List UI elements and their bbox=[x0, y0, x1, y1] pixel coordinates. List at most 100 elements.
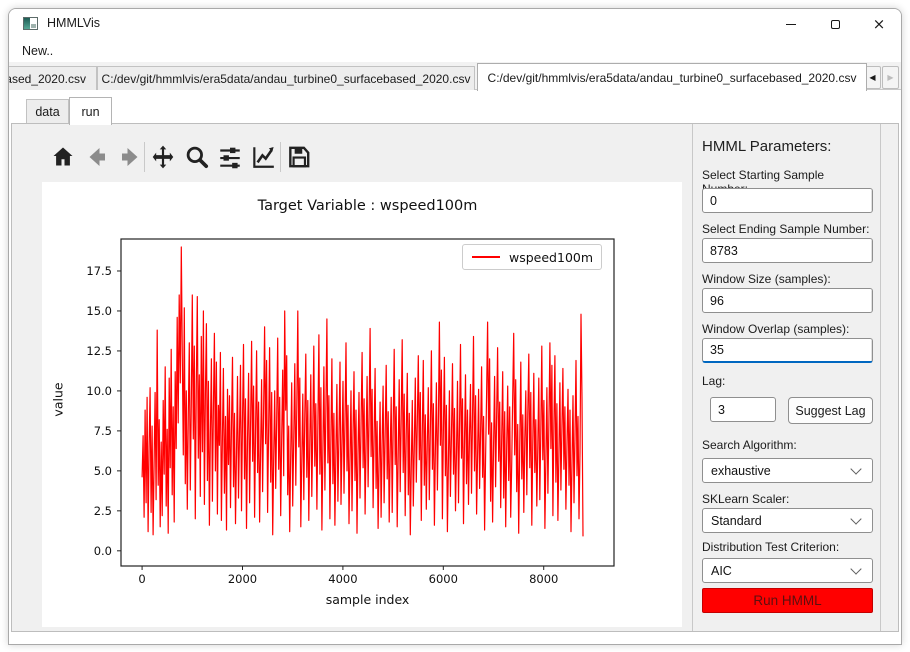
subplots-icon[interactable] bbox=[217, 144, 243, 170]
save-icon[interactable] bbox=[286, 144, 312, 170]
end-sample-label: Select Ending Sample Number: bbox=[702, 222, 870, 236]
search-algorithm-value: exhaustive bbox=[711, 463, 771, 478]
x-axis-label: sample index bbox=[325, 592, 410, 607]
criterion-value: AIC bbox=[711, 563, 732, 578]
svg-text:5.0: 5.0 bbox=[94, 464, 112, 478]
spin-down-icon bbox=[872, 204, 873, 209]
view-tab-bar: data run bbox=[9, 97, 901, 125]
svg-text:0.0: 0.0 bbox=[94, 544, 112, 558]
svg-text:2000: 2000 bbox=[228, 572, 257, 586]
spin-up-icon bbox=[872, 192, 873, 197]
y-axis-label: value bbox=[50, 382, 66, 417]
chevron-down-icon bbox=[850, 562, 862, 575]
search-algorithm-combobox[interactable]: exhaustive bbox=[702, 458, 873, 483]
start-sample-spinbox bbox=[702, 188, 873, 213]
svg-text:12.5: 12.5 bbox=[86, 344, 112, 358]
spin-up-button[interactable] bbox=[872, 339, 873, 350]
search-algorithm-label: Search Algorithm: bbox=[702, 438, 797, 452]
minimize-icon bbox=[786, 23, 796, 25]
pan-icon[interactable] bbox=[150, 144, 176, 170]
window-overlap-input[interactable] bbox=[703, 339, 871, 361]
chevron-down-icon bbox=[850, 462, 862, 475]
zoom-icon[interactable] bbox=[184, 144, 210, 170]
criterion-label: Distribution Test Criterion: bbox=[702, 540, 840, 554]
svg-text:2.5: 2.5 bbox=[94, 504, 112, 518]
title-bar[interactable]: HMMLVis × bbox=[9, 9, 901, 39]
toolbar-separator bbox=[144, 142, 145, 172]
menu-item-new[interactable]: New.. bbox=[16, 42, 59, 60]
lag-label: Lag: bbox=[702, 374, 726, 388]
run-hmml-button[interactable]: Run HMML bbox=[702, 588, 873, 613]
plot-toolbar bbox=[12, 124, 690, 180]
tab-run[interactable]: run bbox=[69, 97, 112, 125]
window-size-spinbox bbox=[702, 288, 873, 313]
lag-input[interactable] bbox=[711, 398, 775, 421]
end-sample-spinbox bbox=[702, 238, 873, 263]
svg-text:17.5: 17.5 bbox=[86, 264, 112, 278]
customize-plot-icon[interactable] bbox=[250, 144, 276, 170]
forward-icon[interactable] bbox=[117, 144, 143, 170]
window-overlap-label: Window Overlap (samples): bbox=[702, 322, 850, 336]
spin-up-button[interactable] bbox=[872, 239, 873, 251]
legend-line-swatch bbox=[472, 256, 500, 258]
tab-data[interactable]: data bbox=[26, 99, 69, 124]
screen: HMMLVis × New.. ased_2020.csv C:/dev/git… bbox=[0, 0, 910, 652]
sklearn-scaler-label: SKLearn Scaler: bbox=[702, 492, 790, 506]
spin-up-icon bbox=[872, 292, 873, 297]
end-sample-input[interactable] bbox=[703, 239, 871, 262]
spin-down-icon bbox=[872, 353, 873, 358]
plot-canvas[interactable]: 0 2000 4000 6000 8000 0.0 2.5 5.0 7.5 10.0 12.5 15.… bbox=[86, 238, 615, 586]
window-size-input[interactable] bbox=[703, 289, 871, 312]
sklearn-scaler-combobox[interactable]: Standard bbox=[702, 508, 873, 533]
sklearn-scaler-value: Standard bbox=[711, 513, 762, 528]
spin-up-button[interactable] bbox=[872, 289, 873, 301]
spin-up-button[interactable] bbox=[872, 189, 873, 201]
tab-scroll-right-button[interactable]: ▶ bbox=[882, 66, 899, 89]
minimize-button[interactable] bbox=[769, 9, 813, 39]
svg-text:4000: 4000 bbox=[328, 572, 357, 586]
suggest-lag-button[interactable]: Suggest Lag bbox=[788, 397, 873, 424]
back-icon[interactable] bbox=[84, 144, 110, 170]
criterion-combobox[interactable]: AIC bbox=[702, 558, 873, 583]
svg-text:6000: 6000 bbox=[429, 572, 458, 586]
start-sample-input[interactable] bbox=[703, 189, 871, 212]
window-title: HMMLVis bbox=[47, 16, 101, 30]
app-icon bbox=[23, 17, 38, 30]
spin-down-button[interactable] bbox=[872, 301, 873, 313]
params-heading: HMML Parameters: bbox=[702, 138, 832, 155]
svg-text:8000: 8000 bbox=[529, 572, 558, 586]
svg-text:10.0: 10.0 bbox=[86, 384, 112, 398]
window-size-label: Window Size (samples): bbox=[702, 272, 831, 286]
chart-legend: wspeed100m bbox=[462, 244, 602, 270]
run-tab-page: Target Variable : wspeed100m value 0 2000… bbox=[11, 123, 899, 632]
file-tab-bar: ased_2020.csv C:/dev/git/hmmlvis/era5dat… bbox=[9, 62, 901, 91]
file-tab-1[interactable]: ased_2020.csv bbox=[9, 66, 97, 90]
plot-figure: Target Variable : wspeed100m value 0 2000… bbox=[42, 182, 682, 627]
home-icon[interactable] bbox=[50, 144, 76, 170]
svg-text:0: 0 bbox=[138, 572, 145, 586]
hmml-parameters-panel: HMML Parameters: Select Starting Sample … bbox=[692, 124, 881, 631]
file-tab-2[interactable]: C:/dev/git/hmmlvis/era5data/andau_turbin… bbox=[97, 66, 475, 90]
file-tab-3-selected[interactable]: C:/dev/git/hmmlvis/era5data/andau_turbin… bbox=[477, 63, 867, 91]
maximize-button[interactable] bbox=[813, 9, 857, 39]
spin-down-button[interactable] bbox=[872, 350, 873, 361]
spin-down-button[interactable] bbox=[872, 201, 873, 213]
app-window: HMMLVis × New.. ased_2020.csv C:/dev/git… bbox=[8, 8, 902, 645]
close-button[interactable]: × bbox=[857, 9, 901, 39]
lag-spinbox bbox=[710, 397, 776, 422]
svg-text:15.0: 15.0 bbox=[86, 304, 112, 318]
spin-down-icon bbox=[872, 304, 873, 309]
spin-up-icon bbox=[872, 342, 873, 347]
close-icon: × bbox=[872, 14, 886, 33]
maximize-icon bbox=[830, 19, 840, 29]
chart-title: Target Variable : wspeed100m bbox=[257, 198, 478, 214]
spin-up-icon bbox=[872, 242, 873, 247]
menu-bar: New.. bbox=[9, 39, 901, 62]
scroll-left-icon: ◀ bbox=[869, 73, 876, 82]
scroll-right-icon: ▶ bbox=[887, 73, 894, 82]
legend-label: wspeed100m bbox=[509, 249, 594, 265]
window-overlap-spinbox bbox=[702, 338, 873, 363]
svg-text:7.5: 7.5 bbox=[94, 424, 112, 438]
chevron-down-icon bbox=[850, 512, 862, 525]
spin-down-button[interactable] bbox=[872, 251, 873, 263]
